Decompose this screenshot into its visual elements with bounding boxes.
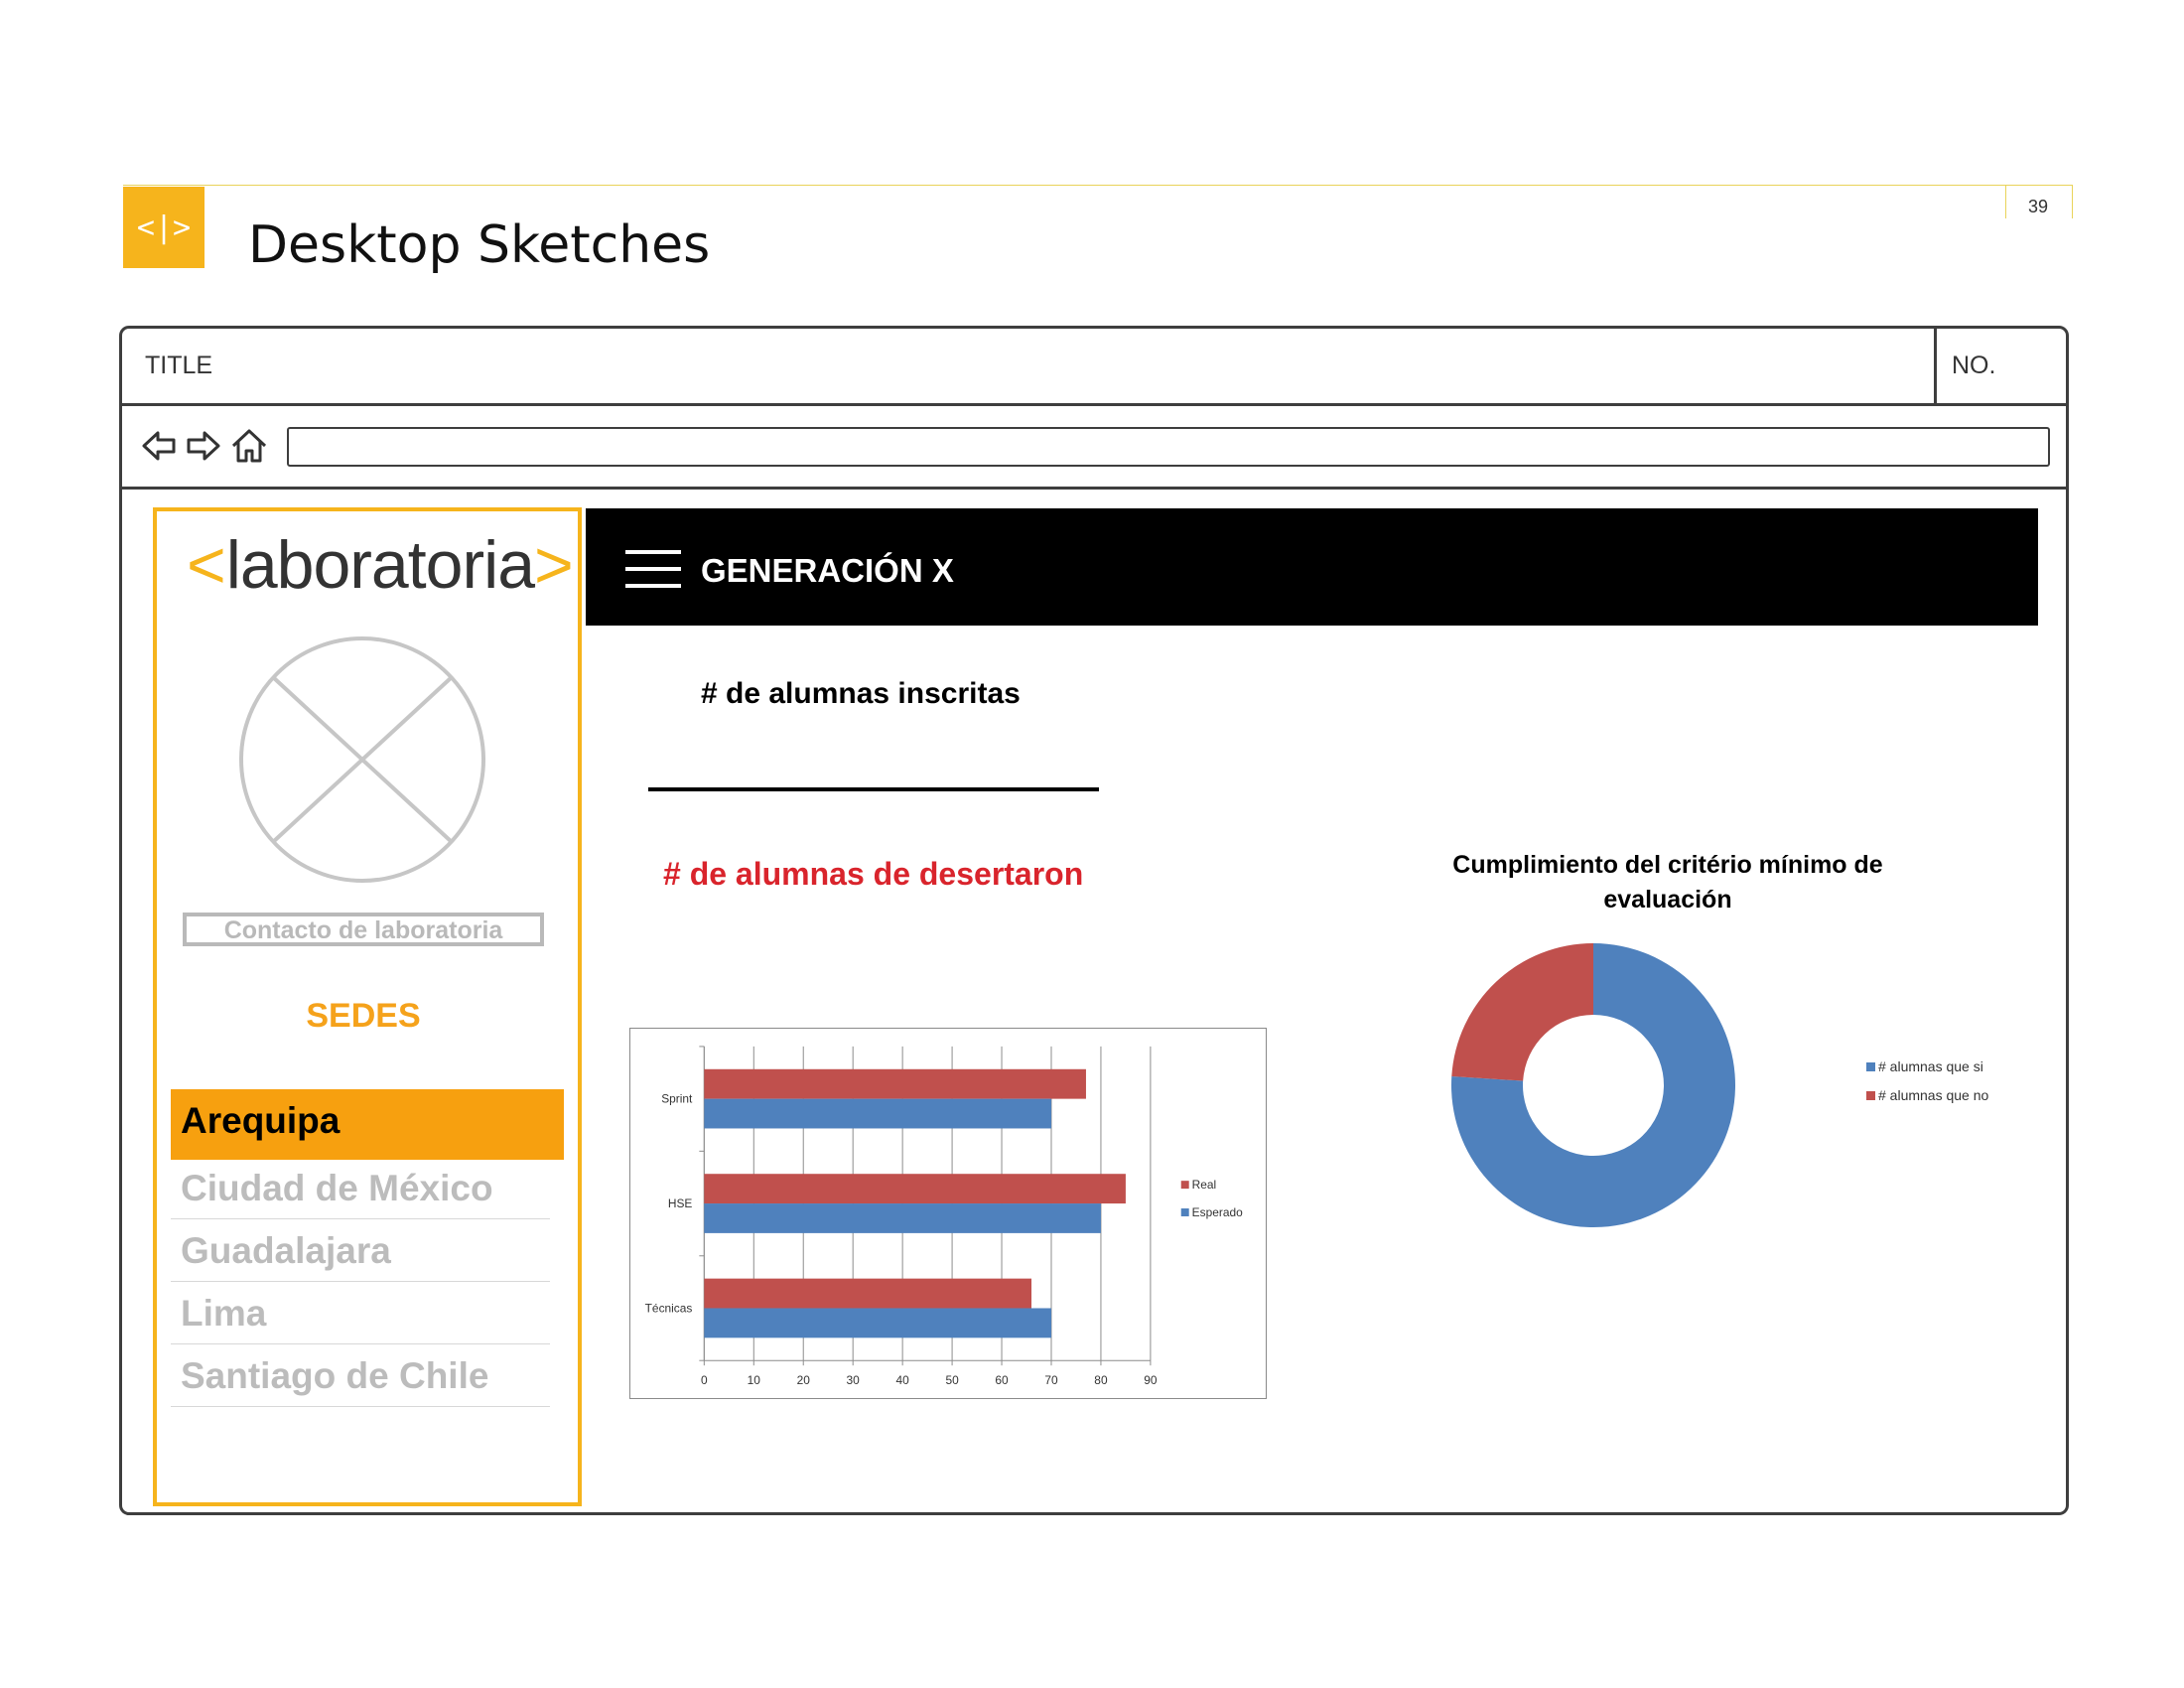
legend-swatch-real	[1180, 1181, 1189, 1190]
y-tick-label: Técnicas	[645, 1301, 693, 1315]
slide-title: Desktop Sketches	[248, 215, 711, 275]
x-tick-label: 20	[797, 1373, 811, 1387]
legend-label-real: Real	[1192, 1178, 1217, 1192]
address-bar-input[interactable]	[287, 427, 2050, 467]
x-tick-label: 30	[847, 1373, 861, 1387]
sede-item-ciudad-de-mexico[interactable]: Ciudad de México	[171, 1157, 550, 1219]
y-tick-label: Sprint	[661, 1092, 693, 1106]
nav-bar-divider	[122, 487, 2066, 490]
logo-open-bracket: <	[187, 527, 226, 603]
dropout-students-label: # de alumnas de desertaron	[663, 856, 1084, 892]
x-tick-label: 80	[1094, 1373, 1108, 1387]
legend-label-esperado: Esperado	[1192, 1205, 1243, 1219]
donut-legend-label-no: # alumnas que no	[1878, 1087, 1989, 1103]
bar-real	[704, 1068, 1086, 1099]
title-number-divider	[1934, 329, 1937, 403]
back-arrow-icon	[142, 431, 176, 461]
sede-item-santiago-de-chile[interactable]: Santiago de Chile	[171, 1344, 550, 1407]
back-button[interactable]	[139, 426, 179, 466]
y-tick-label: HSE	[668, 1196, 693, 1210]
bar-esperado	[704, 1308, 1051, 1338]
donut-legend-item-no: # alumnas que no	[1866, 1087, 1988, 1103]
legend-swatch-no	[1866, 1090, 1875, 1100]
page-number: 39	[2027, 197, 2049, 216]
x-tick-label: 50	[945, 1373, 959, 1387]
donut-chart-title: Cumplimiento del critério mínimo de eval…	[1452, 851, 1883, 914]
avatar-placeholder-icon	[239, 636, 485, 883]
generation-title: GENERACIÓN X	[701, 552, 954, 589]
bar-real	[704, 1174, 1126, 1204]
window-title: TITLE	[145, 352, 213, 379]
contact-laboratoria-button[interactable]: Contacto de laboratoria	[183, 913, 544, 946]
title-bar-divider	[122, 403, 2066, 406]
donut-chart	[1451, 943, 1735, 1227]
x-tick-label: 90	[1144, 1373, 1158, 1387]
window-number: NO.	[1952, 352, 1996, 379]
donut-slice-no	[1451, 943, 1593, 1081]
hamburger-menu-icon[interactable]	[625, 550, 681, 588]
bar-esperado	[704, 1098, 1051, 1129]
x-tick-label: 10	[748, 1373, 761, 1387]
laboratoria-logo: <laboratoria>	[187, 527, 574, 603]
sede-item-guadalajara[interactable]: Guadalajara	[171, 1219, 550, 1282]
x-tick-label: 70	[1044, 1373, 1058, 1387]
legend-swatch-si	[1866, 1061, 1875, 1071]
code-badge-icon: <|>	[123, 187, 205, 268]
bar-real	[704, 1278, 1032, 1309]
sede-item-lima[interactable]: Lima	[171, 1282, 550, 1344]
x-tick-label: 60	[995, 1373, 1009, 1387]
enrolled-students-value-line	[648, 787, 1099, 791]
enrolled-students-label: # de alumnas inscritas	[701, 677, 1021, 710]
home-button[interactable]	[229, 426, 269, 466]
x-tick-label: 40	[896, 1373, 910, 1387]
bar-chart: 0 10 20 30 40 50 60 70 80 90 Sprint HSE Técnicas Real…	[629, 1028, 1267, 1399]
home-icon	[231, 429, 267, 463]
legend-swatch-esperado	[1180, 1208, 1189, 1216]
donut-legend-label-si: # alumnas que si	[1878, 1058, 1983, 1074]
bar-esperado	[704, 1203, 1101, 1233]
sedes-title: SEDES	[306, 997, 421, 1035]
sede-item-arequipa[interactable]: Arequipa	[171, 1089, 564, 1160]
logo-close-bracket: >	[534, 527, 574, 603]
slide-top-rule	[123, 185, 2072, 186]
forward-arrow-icon	[187, 431, 220, 461]
logo-name: laboratoria	[225, 527, 535, 603]
donut-legend-item-si: # alumnas que si	[1866, 1058, 1983, 1074]
x-tick-label: 0	[701, 1373, 708, 1387]
forward-button[interactable]	[184, 426, 223, 466]
